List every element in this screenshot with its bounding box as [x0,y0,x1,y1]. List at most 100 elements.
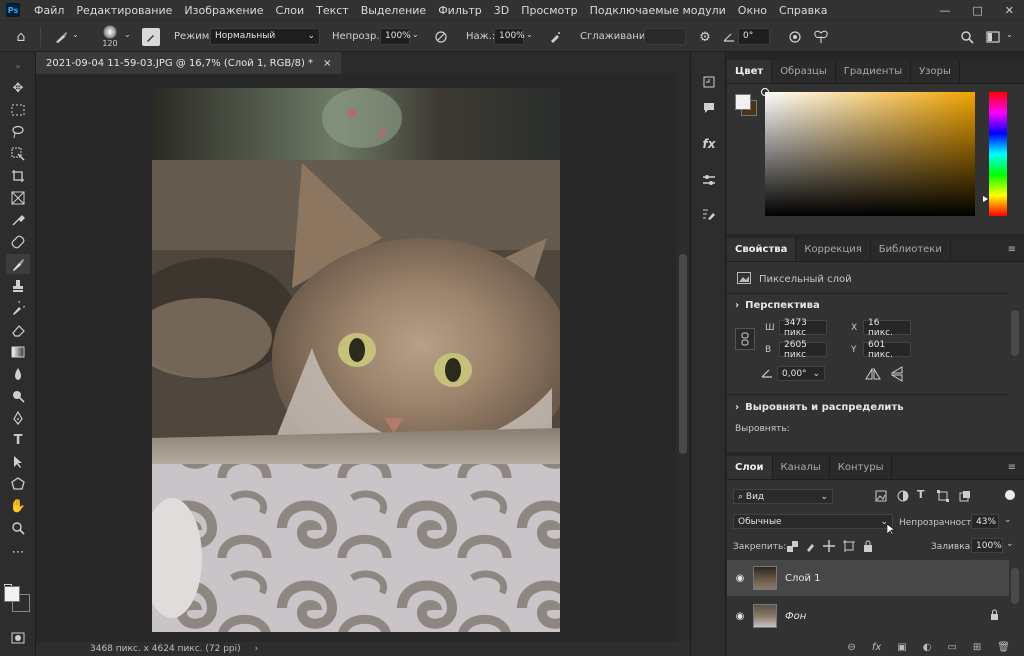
workspace-icon[interactable] [984,28,1002,46]
marquee-tool-icon[interactable] [6,100,30,120]
filter-adjustment-icon[interactable] [897,490,909,505]
minimize-button[interactable]: — [939,4,950,17]
frame-tool-icon[interactable] [6,188,30,208]
x-input[interactable]: 16 пикс. [863,318,911,338]
visibility-eye-icon[interactable]: ◉ [727,611,753,622]
brush-size-picker[interactable]: 120 [96,25,124,51]
visibility-eye-icon[interactable]: ◉ [727,573,753,584]
menu-type[interactable]: Текст [310,4,355,17]
menu-select[interactable]: Выделение [355,4,433,17]
search-icon[interactable] [958,28,976,46]
opacity-input[interactable]: 100% [380,27,411,45]
chevron-down-icon[interactable]: ⌄ [124,30,131,39]
comments-icon[interactable] [699,98,719,118]
tab-layers[interactable]: Слои [727,456,773,479]
lock-position-icon[interactable] [823,540,835,555]
new-group-icon[interactable]: ▭ [947,642,956,653]
layer-filter-kind-select[interactable]: ⌕ Вид ⌄ [733,489,833,504]
gear-icon[interactable]: ⚙ [696,28,714,46]
properties-scrollbar[interactable] [1011,310,1019,356]
gradient-tool-icon[interactable] [6,342,30,362]
type-tool-icon[interactable]: T [6,430,30,450]
chevron-down-icon[interactable]: ⌄ [1006,30,1013,39]
panel-menu-icon[interactable]: ≡ [1008,456,1024,479]
smoothing-input[interactable] [644,27,686,45]
panel-menu-icon[interactable]: ≡ [1008,238,1024,261]
layer-row-layer1[interactable]: ◉ Слой 1 [727,560,1009,596]
home-icon[interactable]: ⌂ [12,28,30,46]
lock-all-icon[interactable] [863,540,873,555]
chevron-down-icon[interactable]: ⌄ [72,30,79,39]
eyedropper-tool-icon[interactable] [6,210,30,230]
tab-color[interactable]: Цвет [727,60,773,83]
delete-layer-icon[interactable]: 🗑 [997,642,1010,653]
adjustments-icon[interactable] [699,170,719,190]
color-field[interactable] [761,88,975,216]
layer-blend-mode-select[interactable]: Обычные ⌄ [733,514,893,529]
lasso-tool-icon[interactable] [6,122,30,142]
photoshop-logo-icon[interactable]: Ps [6,3,20,17]
tab-adjustments[interactable]: Коррекция [796,238,871,261]
symmetry-butterfly-icon[interactable] [812,28,830,46]
lock-transparent-pixels-icon[interactable] [787,541,798,555]
chevron-down-icon[interactable]: ⌄ [526,30,533,39]
tab-patterns[interactable]: Узоры [911,60,960,83]
airbrush-icon[interactable] [546,28,564,46]
toolbar-grip-icon[interactable]: » [6,56,30,76]
flow-input[interactable]: 100% [494,27,525,45]
y-input[interactable]: 601 пикс. [863,340,911,360]
menu-window[interactable]: Окно [732,4,773,17]
healing-brush-tool-icon[interactable] [6,232,30,252]
add-mask-icon[interactable]: ▣ [897,642,906,653]
crop-tool-icon[interactable] [6,166,30,186]
layer-name[interactable]: Слой 1 [785,573,821,584]
hand-tool-icon[interactable]: ✋ [6,496,30,516]
dodge-tool-icon[interactable] [6,386,30,406]
move-tool-icon[interactable]: ✥ [6,78,30,98]
path-selection-tool-icon[interactable] [6,452,30,472]
eraser-tool-icon[interactable] [6,320,30,340]
tab-gradients[interactable]: Градиенты [836,60,912,83]
document-tab[interactable]: 2021-09-04 11-59-03.JPG @ 16,7% (Слой 1,… [36,52,342,74]
pen-tool-icon[interactable] [6,408,30,428]
scrollbar-thumb[interactable] [679,254,687,454]
menu-file[interactable]: Файл [28,4,70,17]
new-layer-icon[interactable]: ⊞ [973,642,981,653]
menu-plugins[interactable]: Подключаемые модули [584,4,732,17]
foreground-color-swatch[interactable] [4,586,20,602]
perspective-section-header[interactable]: › Перспектива [735,300,820,311]
height-input[interactable]: 2605 пикс [779,340,827,360]
tab-swatches[interactable]: Образцы [772,60,836,83]
width-input[interactable]: 3473 пикс [779,318,827,338]
layers-scrollbar[interactable] [1011,568,1019,604]
filter-pixel-icon[interactable] [875,490,887,505]
blend-mode-select[interactable]: Нормальный ⌄ [210,27,320,45]
menu-view[interactable]: Просмотр [515,4,583,17]
chevron-right-icon[interactable]: › [255,644,259,654]
close-tab-icon[interactable]: × [323,58,331,69]
menu-edit[interactable]: Редактирование [70,4,178,17]
object-selection-tool-icon[interactable] [6,144,30,164]
tab-paths[interactable]: Контуры [830,456,893,479]
layer-name[interactable]: Фон [785,611,806,622]
menu-layers[interactable]: Слои [270,4,311,17]
close-window-button[interactable]: ✕ [1005,4,1014,17]
canvas-vertical-scrollbar[interactable] [676,74,690,642]
zoom-tool-icon[interactable] [6,518,30,538]
align-section-header[interactable]: › Выровнять и распределить [735,402,904,413]
brush-panel-toggle-icon[interactable] [142,28,160,46]
lock-artboard-icon[interactable] [843,540,855,555]
tab-libraries[interactable]: Библиотеки [871,238,951,261]
adjustment-layer-icon[interactable]: ◐ [923,642,932,653]
add-layer-style-icon[interactable]: fx [872,642,881,653]
filter-toggle-switch[interactable] [1005,490,1015,500]
pressure-opacity-icon[interactable] [432,28,450,46]
layer-opacity-input[interactable]: 43% [971,514,999,529]
pressure-size-icon[interactable] [786,28,804,46]
hue-slider[interactable] [983,92,1007,216]
maximize-button[interactable]: □ [972,4,982,17]
more-tools-icon[interactable]: ⋯ [6,542,30,562]
clone-stamp-tool-icon[interactable] [6,276,30,296]
canvas-image[interactable] [152,88,560,632]
chevron-down-icon[interactable]: ⌄ [1006,539,1014,549]
